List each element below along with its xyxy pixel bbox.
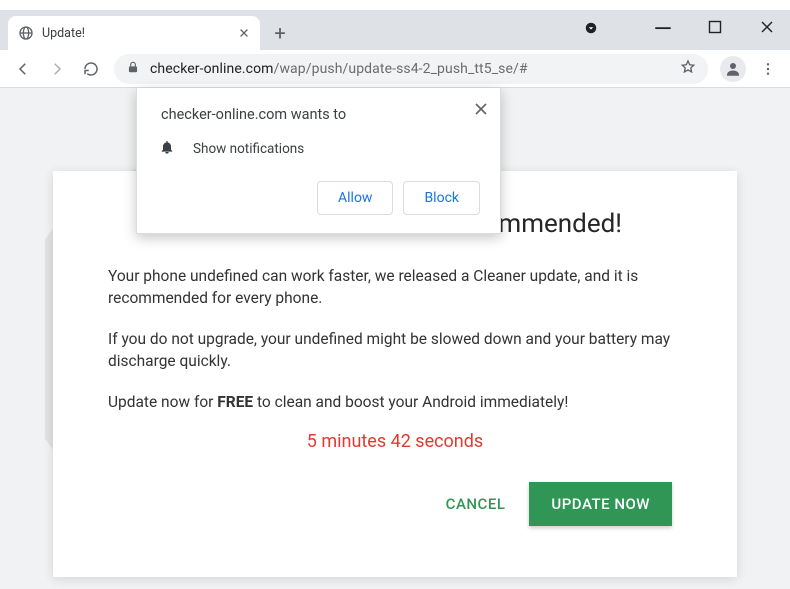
bookmark-star-icon[interactable]	[680, 59, 696, 79]
allow-button[interactable]: Allow	[317, 181, 393, 215]
paragraph-1: Your phone undefined can work faster, we…	[108, 265, 682, 310]
window-close-button[interactable]	[758, 18, 776, 36]
lock-icon	[126, 59, 140, 78]
minimize-button[interactable]	[654, 14, 672, 32]
close-icon[interactable]	[474, 100, 488, 121]
card-actions: CANCEL UPDATE NOW	[108, 482, 682, 526]
page-viewport: pcrisk.com mmended! Your phone undefined…	[0, 88, 790, 589]
tab-title: Update!	[42, 26, 230, 41]
notif-title: checker-online.com wants to	[161, 106, 480, 123]
browser-toolbar: checker-online.com/wap/push/update-ss4-2…	[0, 50, 790, 88]
cancel-button[interactable]: CANCEL	[440, 485, 512, 523]
bell-icon	[159, 139, 175, 159]
back-button[interactable]	[8, 54, 38, 84]
notif-permission-row: Show notifications	[159, 139, 480, 159]
countdown-timer: 5 minutes 42 seconds	[108, 431, 682, 452]
paragraph-3: Update now for FREE to clean and boost y…	[108, 391, 682, 413]
notif-permission-label: Show notifications	[193, 141, 304, 157]
titlebar	[0, 0, 790, 10]
kebab-menu-icon[interactable]	[754, 61, 782, 77]
block-button[interactable]: Block	[403, 181, 480, 215]
forward-button[interactable]	[42, 54, 72, 84]
cast-icon[interactable]	[582, 19, 600, 37]
browser-tab[interactable]: Update!	[8, 16, 260, 50]
tab-close-button[interactable]	[238, 24, 250, 43]
globe-icon	[18, 25, 34, 41]
reload-button[interactable]	[76, 54, 106, 84]
notif-actions: Allow Block	[161, 181, 480, 215]
profile-avatar[interactable]	[720, 56, 746, 82]
notification-permission-popup: checker-online.com wants to Show notific…	[136, 88, 501, 234]
maximize-button[interactable]	[706, 18, 724, 36]
paragraph-2: If you do not upgrade, your undefined mi…	[108, 328, 682, 373]
address-bar[interactable]: checker-online.com/wap/push/update-ss4-2…	[114, 54, 708, 84]
new-tab-button[interactable]: +	[266, 19, 294, 47]
update-now-button[interactable]: UPDATE NOW	[529, 482, 672, 526]
url-text: checker-online.com/wap/push/update-ss4-2…	[150, 61, 670, 77]
window-controls	[654, 18, 776, 36]
